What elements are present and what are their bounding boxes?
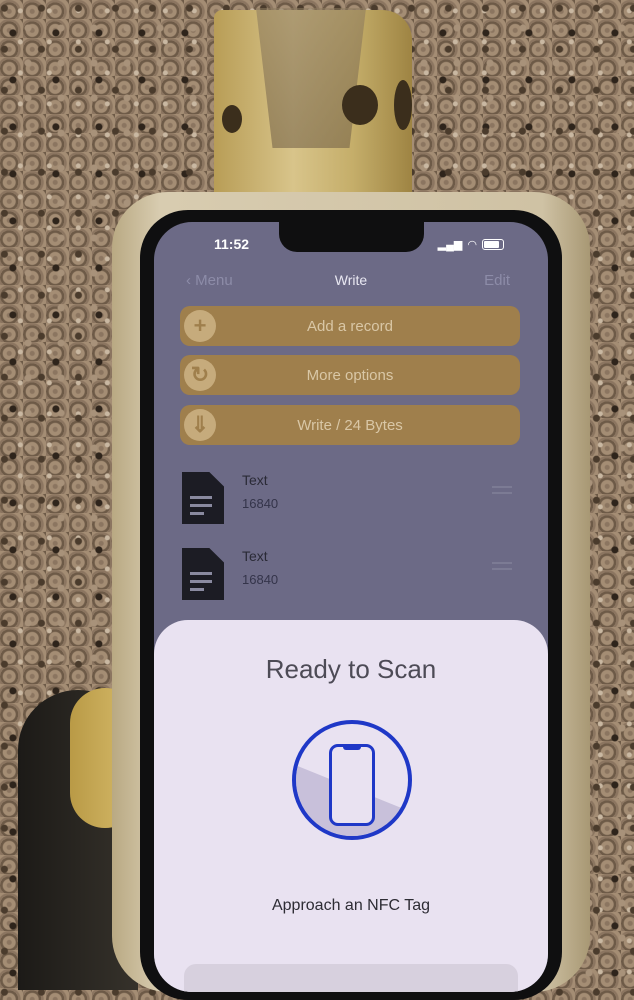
- write-button[interactable]: ⇓ Write / 24 Bytes: [180, 405, 520, 445]
- record-item[interactable]: Text 16840: [180, 472, 520, 532]
- fixture-slot: [256, 8, 366, 148]
- wifi-icon: ◠: [467, 239, 477, 251]
- signal-icon: ▂▄▆: [437, 239, 463, 251]
- phone-notch: [279, 222, 424, 252]
- plus-icon: +: [184, 310, 216, 342]
- reorder-handle-icon[interactable]: [492, 562, 512, 574]
- battery-icon: [482, 239, 504, 250]
- status-icons: ▂▄▆ ◠: [438, 238, 504, 251]
- nav-bar: ‹ Menu Write Edit: [154, 272, 548, 298]
- add-record-button[interactable]: + Add a record: [180, 306, 520, 346]
- add-record-label: Add a record: [307, 317, 393, 335]
- scan-title: Ready to Scan: [265, 654, 437, 684]
- cancel-button[interactable]: [184, 964, 518, 992]
- document-icon: [182, 472, 224, 524]
- reorder-handle-icon[interactable]: [492, 486, 512, 498]
- document-icon: [182, 548, 224, 600]
- fixture-hole: [342, 85, 378, 125]
- brass-fixture: [214, 8, 412, 210]
- phone-screen: 11:52 ▂▄▆ ◠ ‹ Menu Write Edit + Add a re…: [154, 222, 548, 992]
- settings-icon: ↻: [184, 359, 216, 391]
- record-type: Text: [242, 472, 268, 488]
- write-label: Write / 24 Bytes: [297, 416, 403, 434]
- record-type: Text: [242, 548, 268, 564]
- record-size: 16840: [242, 496, 279, 511]
- fixture-hole: [394, 80, 412, 130]
- phone-icon: [292, 720, 412, 840]
- edit-button[interactable]: Edit: [484, 272, 510, 289]
- status-time: 11:52: [214, 236, 250, 252]
- more-options-label: More options: [306, 366, 394, 384]
- download-icon: ⇓: [184, 409, 216, 441]
- record-size: 16840: [242, 572, 279, 587]
- more-options-button[interactable]: ↻ More options: [180, 355, 520, 395]
- record-item[interactable]: Text 16840: [180, 548, 520, 608]
- scan-message: Approach an NFC Tag: [271, 897, 430, 914]
- nfc-scan-sheet: Ready to Scan Approach an NFC Tag: [154, 620, 548, 992]
- fixture-hole: [222, 105, 242, 133]
